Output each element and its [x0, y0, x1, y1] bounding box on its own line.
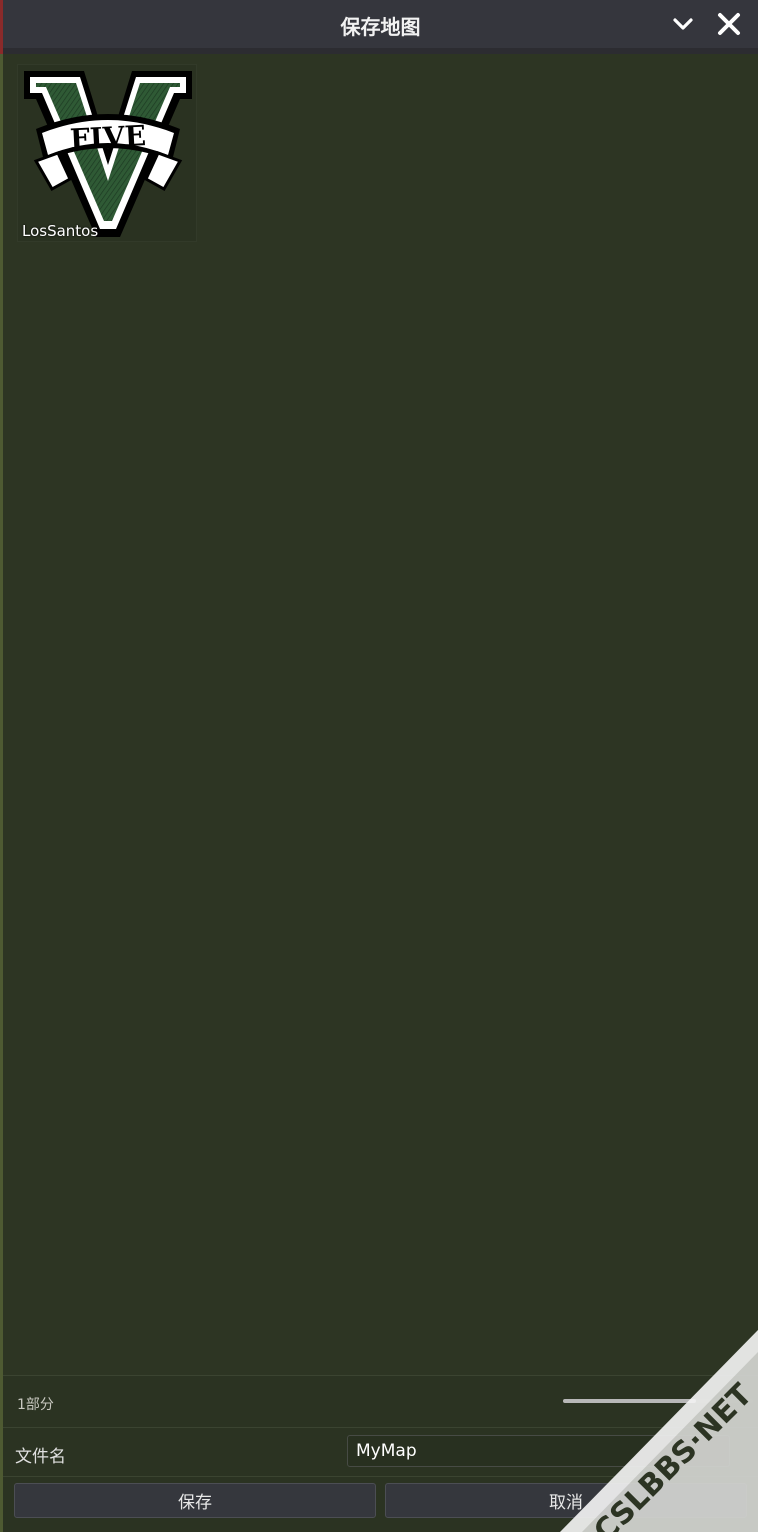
map-name: LosSantos — [22, 222, 99, 240]
thumbnail-size-slider[interactable] — [563, 1399, 753, 1403]
cancel-button[interactable]: 取消 — [385, 1483, 747, 1518]
map-item-lossantos[interactable]: FIVE LosSantos — [17, 64, 197, 242]
filename-label: 文件名 — [15, 1447, 66, 1467]
save-map-window: 保存地图 FIVE LosSantos 1部分 文件名 MyMap 保存 取消 … — [0, 0, 758, 1532]
titlebar: 保存地图 — [3, 0, 758, 54]
map-count: 1部分 — [17, 1397, 54, 1413]
action-buttons: 保存 取消 — [3, 1477, 758, 1532]
filename-input[interactable] — [347, 1435, 730, 1467]
count-bar: 1部分 — [3, 1376, 758, 1427]
close-icon — [718, 13, 740, 35]
thumbnail-text: FIVE — [69, 119, 147, 156]
filename-row: 文件名 — [3, 1428, 758, 1476]
collapse-button[interactable] — [667, 8, 699, 40]
slider-fill — [563, 1399, 696, 1403]
close-button[interactable] — [713, 8, 745, 40]
save-button[interactable]: 保存 — [14, 1483, 376, 1518]
gta-v-logo-thumbnail: FIVE — [24, 71, 192, 237]
window-title: 保存地图 — [340, 15, 421, 39]
map-list: FIVE LosSantos — [3, 54, 758, 1376]
chevron-down-icon — [673, 18, 693, 30]
